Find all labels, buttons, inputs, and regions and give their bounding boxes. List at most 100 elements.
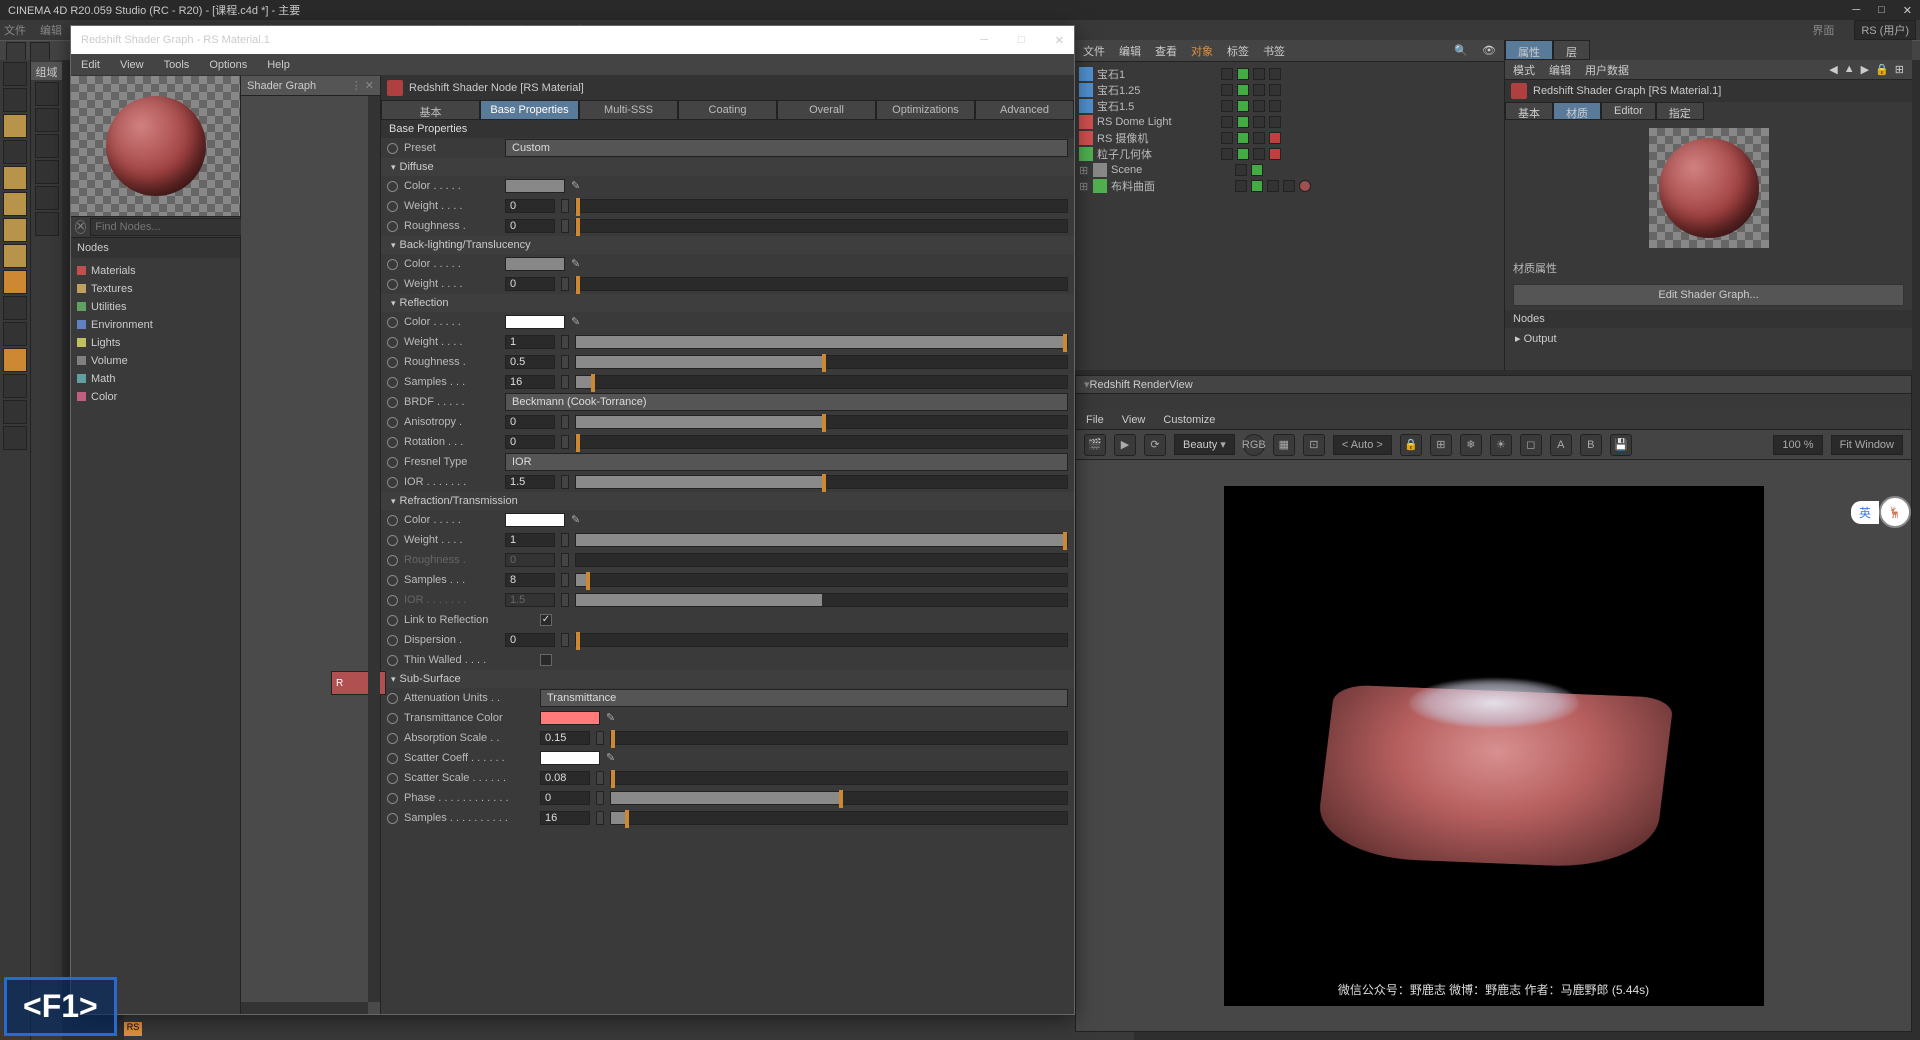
zoom-input[interactable]: 100 % (1773, 435, 1822, 455)
om-file[interactable]: 文件 (1083, 43, 1105, 59)
save-icon[interactable]: 💾 (1610, 434, 1632, 456)
rgb-icon[interactable]: RGB (1243, 434, 1265, 456)
output-node[interactable]: ▸ Output (1505, 328, 1912, 349)
cat-textures[interactable]: Textures (71, 280, 240, 298)
clapper-icon[interactable]: 🎬 (1084, 434, 1106, 456)
layout-dropdown[interactable]: RS (用户) (1854, 20, 1916, 40)
refr-weight-input[interactable]: 1 (505, 533, 555, 547)
fit-dropdown[interactable]: Fit Window (1831, 435, 1903, 455)
tab-multi-sss[interactable]: Multi-SSS (579, 100, 678, 120)
phase-input[interactable]: 0 (540, 791, 590, 805)
sphere-icon[interactable] (3, 218, 27, 242)
q3-icon[interactable] (35, 160, 59, 184)
disp-input[interactable]: 0 (505, 633, 555, 647)
cone-icon[interactable] (3, 244, 27, 268)
snowflake-icon[interactable]: ❄ (1460, 434, 1482, 456)
sg-menu-view[interactable]: View (120, 59, 144, 71)
attr-userdata[interactable]: 用户数据 (1585, 62, 1629, 78)
new-icon[interactable]: ⊞ (1895, 63, 1904, 76)
lock-icon[interactable]: 🔒 (1400, 434, 1422, 456)
spinner[interactable] (561, 199, 569, 213)
om-edit[interactable]: 编辑 (1119, 43, 1141, 59)
aniso-slider[interactable] (575, 415, 1068, 429)
refr-samples-input[interactable]: 8 (505, 573, 555, 587)
ascale-input[interactable]: 0.15 (540, 731, 590, 745)
clear-icon[interactable]: ✕ (75, 220, 86, 234)
obj-gem1[interactable]: 宝石1 (1097, 66, 1217, 82)
refl-color-swatch[interactable] (505, 315, 565, 329)
menu-file[interactable]: 文件 (4, 22, 26, 38)
checker-icon[interactable] (3, 140, 27, 164)
obj-gem15[interactable]: 宝石1.5 (1097, 98, 1217, 114)
close-icon[interactable]: ✕ (1903, 4, 1912, 17)
q2-icon[interactable] (35, 134, 59, 158)
cat-materials[interactable]: Materials (71, 262, 240, 280)
back-weight-input[interactable]: 0 (505, 277, 555, 291)
refl-samples-input[interactable]: 16 (505, 375, 555, 389)
tag-icon[interactable] (1269, 68, 1281, 80)
subtab-editor[interactable]: Editor (1601, 102, 1656, 120)
lock-icon[interactable]: 🔒 (1875, 63, 1889, 76)
redo-icon[interactable] (30, 42, 50, 62)
tab-attributes[interactable]: 属性 (1505, 40, 1553, 60)
snapshot-icon[interactable]: ◻ (1520, 434, 1542, 456)
attr-edit[interactable]: 编辑 (1549, 62, 1571, 78)
sscale-input[interactable]: 0.08 (540, 771, 590, 785)
sss-samples-input[interactable]: 16 (540, 811, 590, 825)
cam-tag-icon[interactable] (1269, 132, 1281, 144)
lock-icon[interactable] (3, 400, 27, 424)
group-reflection[interactable]: Reflection (381, 294, 1074, 312)
tab-coating[interactable]: Coating (678, 100, 777, 120)
cat-utilities[interactable]: Utilities (71, 298, 240, 316)
undo-icon[interactable] (6, 42, 26, 62)
window-minimize-icon[interactable]: ─ (980, 34, 988, 47)
window-close-icon[interactable]: ✕ (1055, 34, 1064, 47)
sg-menu-options[interactable]: Options (209, 59, 247, 71)
refresh-icon[interactable]: ⟳ (1144, 434, 1166, 456)
cylinder-icon[interactable] (3, 192, 27, 216)
plane-icon[interactable] (3, 166, 27, 190)
minimize-icon[interactable]: ─ (1852, 4, 1860, 17)
diff-weight-input[interactable]: 0 (505, 199, 555, 213)
mat-tag-icon[interactable] (1299, 180, 1311, 192)
obj-cloth[interactable]: 布料曲面 (1111, 178, 1231, 194)
ior-input[interactable]: 1.5 (505, 475, 555, 489)
refr-samples-slider[interactable] (575, 573, 1068, 587)
nav-fwd-icon[interactable]: ▶ (1861, 63, 1869, 76)
disp-slider[interactable] (575, 633, 1068, 647)
sun-icon[interactable]: ☀ (1490, 434, 1512, 456)
crop-icon[interactable]: ⊡ (1303, 434, 1325, 456)
magnet-icon[interactable] (3, 348, 27, 372)
back-weight-slider[interactable] (575, 277, 1068, 291)
back-color-swatch[interactable] (505, 257, 565, 271)
q5-icon[interactable] (35, 212, 59, 236)
diff-weight-slider[interactable] (575, 199, 1068, 213)
grid-icon[interactable]: ⊞ (1430, 434, 1452, 456)
group-diffuse[interactable]: Diffuse (381, 158, 1074, 176)
nav-back-icon[interactable]: ◀ (1829, 63, 1837, 76)
shader-graph-titlebar[interactable]: Redshift Shader Graph - RS Material.1 ─ … (71, 26, 1074, 54)
sscale-slider[interactable] (610, 771, 1068, 785)
window-maximize-icon[interactable]: □ (1018, 34, 1025, 47)
link-refl-checkbox[interactable]: ✓ (540, 614, 552, 626)
refl-rough-input[interactable]: 0.5 (505, 355, 555, 369)
edit-shader-graph-button[interactable]: Edit Shader Graph... (1513, 284, 1904, 306)
group-subsurface[interactable]: Sub-Surface (381, 670, 1074, 688)
obj-scene[interactable]: Scene (1111, 164, 1231, 176)
refl-rough-slider[interactable] (575, 355, 1068, 369)
cat-math[interactable]: Math (71, 370, 240, 388)
play-icon[interactable]: ▶ (1114, 434, 1136, 456)
save-a-icon[interactable]: A (1550, 434, 1572, 456)
refr-color-swatch[interactable] (505, 513, 565, 527)
obj-domelight[interactable]: RS Dome Light (1097, 116, 1217, 128)
move-icon[interactable] (3, 88, 27, 112)
brdf-dropdown[interactable]: Beckmann (Cook-Torrance) (505, 393, 1068, 411)
sg-menu-help[interactable]: Help (267, 59, 290, 71)
cat-environment[interactable]: Environment (71, 316, 240, 334)
menu-edit[interactable]: 编辑 (40, 22, 62, 38)
env-tag-icon[interactable] (1269, 116, 1281, 128)
rv-customize[interactable]: Customize (1163, 414, 1215, 426)
thin-checkbox[interactable] (540, 654, 552, 666)
sg-menu-edit[interactable]: Edit (81, 59, 100, 71)
group-refraction[interactable]: Refraction/Transmission (381, 492, 1074, 510)
